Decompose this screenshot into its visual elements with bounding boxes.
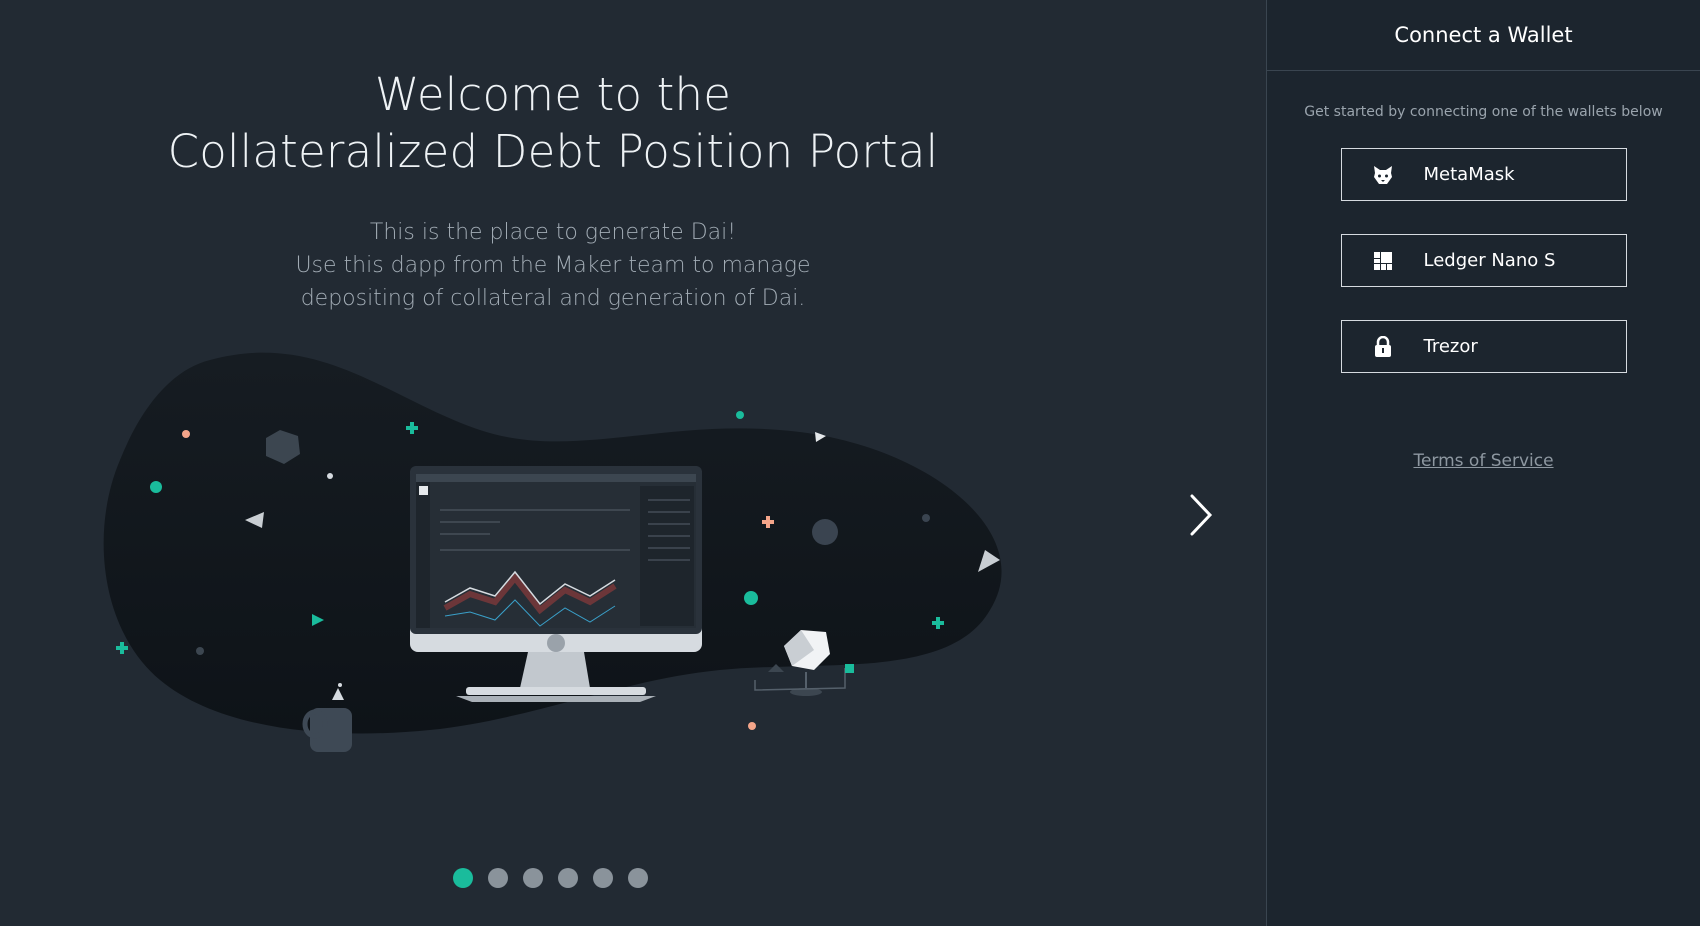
wallet-list: MetaMask Ledger Nano S Trezor xyxy=(1267,148,1700,373)
lock-icon xyxy=(1368,332,1398,362)
carousel-dot-5[interactable] xyxy=(593,868,613,888)
metamask-label: MetaMask xyxy=(1423,164,1515,185)
metamask-fox-icon xyxy=(1368,160,1398,190)
title-line-2: Collateralized Debt Position Portal xyxy=(167,125,939,178)
title-line-1: Welcome to the xyxy=(374,68,732,121)
page-title: Welcome to the Collateralized Debt Posit… xyxy=(0,66,1106,180)
panel-intro: Get started by connecting one of the wal… xyxy=(1304,104,1663,120)
carousel-dot-6[interactable] xyxy=(628,868,648,888)
subtitle-line-1: This is the place to generate Dai! xyxy=(369,220,737,245)
carousel-dot-1[interactable] xyxy=(453,868,473,888)
ledger-label: Ledger Nano S xyxy=(1423,250,1556,271)
page-subtitle: This is the place to generate Dai! Use t… xyxy=(0,216,1106,315)
onboarding-carousel: Welcome to the Collateralized Debt Posit… xyxy=(0,0,1266,926)
subtitle-line-3: depositing of collateral and generation … xyxy=(300,286,806,311)
panel-title: Connect a Wallet xyxy=(1267,0,1700,71)
carousel-dot-2[interactable] xyxy=(488,868,508,888)
carousel-dot-3[interactable] xyxy=(523,868,543,888)
terms-of-service-link[interactable]: Terms of Service xyxy=(1267,451,1700,471)
ledger-button[interactable]: Ledger Nano S xyxy=(1340,234,1627,287)
dashboard-illustration xyxy=(103,352,1002,752)
trezor-button[interactable]: Trezor xyxy=(1340,320,1627,373)
next-slide-button[interactable] xyxy=(1182,490,1218,540)
connect-wallet-panel: Connect a Wallet Get started by connecti… xyxy=(1266,0,1700,926)
subtitle-line-2: Use this dapp from the Maker team to man… xyxy=(295,253,811,278)
carousel-dot-4[interactable] xyxy=(558,868,578,888)
metamask-button[interactable]: MetaMask xyxy=(1340,148,1627,201)
carousel-pagination xyxy=(453,868,648,888)
ledger-icon xyxy=(1368,246,1398,276)
trezor-label: Trezor xyxy=(1423,336,1478,357)
